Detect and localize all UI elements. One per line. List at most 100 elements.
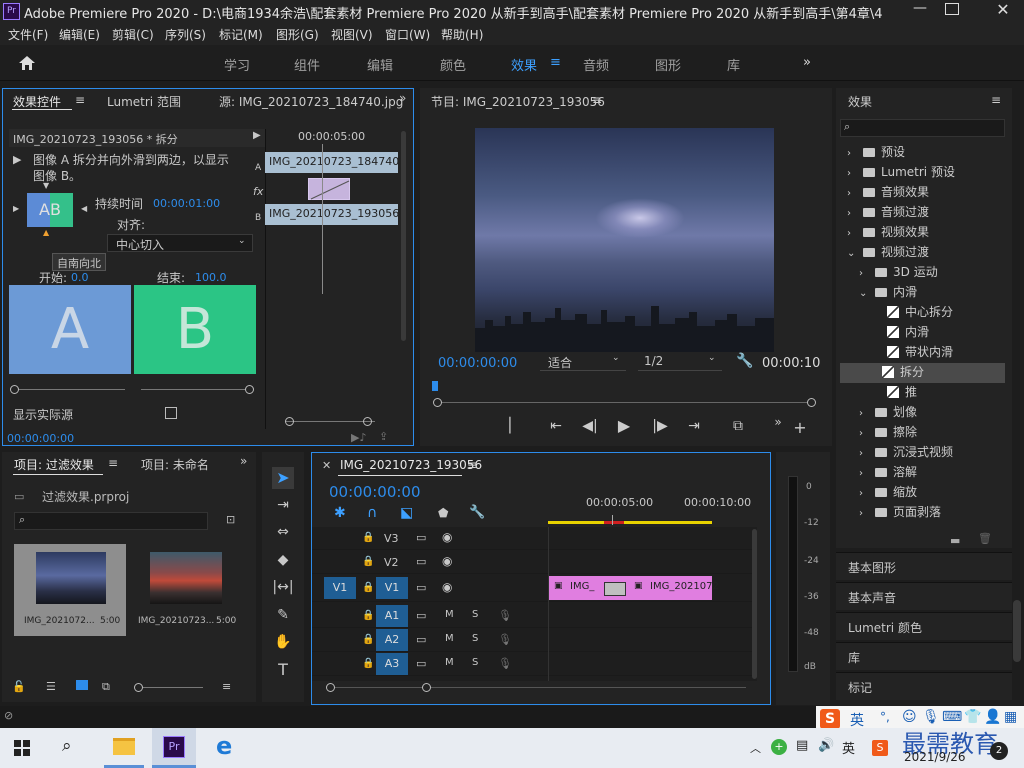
chevron-right-icon[interactable]: › [859,468,875,479]
zoom-slider-handle[interactable] [134,683,143,692]
duration-value[interactable]: 00:00:01:00 [153,197,220,210]
source-patch-v1[interactable]: V1 [324,577,356,599]
toggle-sync-icon[interactable]: ▭ [416,657,426,670]
panel-overflow-icon[interactable]: » [399,91,406,105]
sort-icon[interactable]: ≡ [222,680,231,693]
lock-icon[interactable]: 🔒 [362,582,374,593]
program-timecode[interactable]: 00:00:00:00 [438,356,517,371]
eye-icon[interactable]: ◉ [442,554,452,568]
lock-icon[interactable]: 🔒 [362,556,374,567]
end-slider[interactable] [141,389,249,390]
add-button-icon[interactable]: + [786,416,814,440]
menu-graphics[interactable]: 图形(G) [276,26,319,43]
transition-marker[interactable] [604,582,626,596]
section-lumetri-color[interactable]: Lumetri 颜色 [836,612,1012,640]
transition-thumbnail[interactable]: AB [27,193,73,227]
go-to-out-icon[interactable]: ⇥ [680,414,708,438]
menu-help[interactable]: 帮助(H) [441,26,483,43]
effects-tree-item[interactable]: › 视频效果 [845,223,1005,243]
ime-indicator[interactable]: 英 [842,738,855,757]
nest-icon[interactable]: ✱ [334,505,346,521]
microphone-icon[interactable]: 🎙 [498,657,512,670]
effects-tree-item[interactable]: 内滑 [845,323,1005,343]
chevron-right-icon[interactable]: › [847,148,863,159]
effects-tree-item[interactable]: 中心拆分 [845,303,1005,323]
skin-icon[interactable]: 👕 [964,709,981,725]
start-slider-handle[interactable] [10,385,19,394]
menu-window[interactable]: 窗口(W) [385,26,430,43]
program-zoom-left-handle[interactable] [433,398,442,407]
menu-file[interactable]: 文件(F) [8,26,48,43]
edge-east-icon[interactable]: ◀ [81,204,87,213]
resolution-dropdown[interactable]: 1/2 ⌄ [638,353,722,371]
timeline-title[interactable]: IMG_20210723_193056 [340,458,482,472]
ec-zoom-bar[interactable] [285,421,375,422]
section-libraries[interactable]: 库 [836,642,1012,670]
track-a1-label[interactable]: A1 [376,605,408,627]
effects-search-input[interactable]: ⌕ [840,119,1005,137]
menu-view[interactable]: 视图(V) [331,26,373,43]
delete-icon[interactable]: 🗑 [978,532,992,545]
grid-icon[interactable]: ▦ [1004,709,1017,725]
lock-icon[interactable]: 🔒 [362,532,374,543]
ripple-edit-tool-icon[interactable]: ⇔ [272,524,294,540]
workspace-color[interactable]: 颜色 [440,55,466,74]
type-tool-icon[interactable]: T [272,660,294,679]
tab-effect-controls[interactable]: 效果控件 [13,93,61,110]
eye-icon[interactable]: ◉ [442,580,452,594]
chevron-down-icon[interactable]: ⌄ [859,288,875,299]
timeline-menu-icon[interactable]: ≡ [467,458,477,472]
project-item-2[interactable]: IMG_20210723... 5:00 [132,544,244,636]
clip-b-bar[interactable]: IMG_20210723_193056.jp [265,204,398,225]
track-a3-label[interactable]: A3 [376,653,408,675]
menu-sequence[interactable]: 序列(S) [165,26,206,43]
lock-icon[interactable]: 🔓 [12,680,26,693]
effects-tree-item[interactable]: › Lumetri 预设 [845,163,1005,183]
export-frame-icon[interactable]: ⧉ [724,414,752,438]
chevron-up-icon[interactable]: ︿ [750,740,761,756]
tab-project-filter[interactable]: 项目: 过滤效果 [14,456,94,473]
timeline-zoom-left-handle[interactable] [326,683,335,692]
linked-select-icon[interactable]: ⬕ [400,505,413,521]
workspace-effects[interactable]: 效果 [511,55,537,74]
chevron-right-icon[interactable]: › [847,228,863,239]
mute-button[interactable]: M [445,657,454,668]
program-zoom-right-handle[interactable] [807,398,816,407]
effects-tree-item[interactable]: › 缩放 [845,483,1005,503]
tab-lumetri-scopes[interactable]: Lumetri 范围 [107,93,181,110]
menu-clip[interactable]: 剪辑(C) [112,26,154,43]
selection-tool-icon[interactable]: ➤ [272,467,294,489]
tray-app-icon[interactable]: + [771,739,787,755]
snap-icon[interactable]: ∩ [367,505,377,521]
add-marker-icon[interactable]: ⬟ [438,506,448,520]
effects-tree-item[interactable]: › 页面剥落 [845,503,1005,523]
chevron-right-icon[interactable]: › [859,508,875,519]
chevron-right-icon[interactable]: › [847,208,863,219]
lock-icon[interactable]: 🔒 [362,610,374,621]
chevron-right-icon[interactable]: › [859,488,875,499]
chevron-right-icon[interactable]: › [859,268,875,279]
home-icon[interactable] [18,55,36,71]
toggle-sync-icon[interactable]: ▭ [416,555,426,568]
track-select-tool-icon[interactable]: ⇥ [272,497,294,513]
play-transition-icon[interactable]: ▶ [253,130,261,141]
play-preview-icon[interactable]: ▶ [13,153,21,166]
microphone-icon[interactable]: 🎙 [922,709,940,725]
hand-tool-icon[interactable]: ✋ [272,634,294,650]
end-slider-handle[interactable] [245,385,254,394]
timeline-playhead[interactable] [612,515,613,525]
toggle-sync-icon[interactable]: ▭ [416,633,426,646]
effects-tree-item[interactable]: 推 [845,383,1005,403]
export-icon[interactable]: ⇪ [379,430,388,443]
timeline-zoom-right-handle[interactable] [422,683,431,692]
toggle-sync-icon[interactable]: ▭ [416,531,426,544]
wrench-icon[interactable]: 🔧 [736,353,753,369]
track-v1-label[interactable]: V1 [376,577,408,599]
keyboard-icon[interactable]: ⌨ [942,709,962,725]
ime-mode-label[interactable]: 英 [850,710,864,730]
section-essential-sound[interactable]: 基本声音 [836,582,1012,610]
more-workspaces-icon[interactable]: » [803,55,811,70]
punctuation-icon[interactable]: °, [880,710,890,724]
effects-tree-item[interactable]: › 溶解 [845,463,1005,483]
clip-v1[interactable]: ▣ IMG_ ▣ IMG_2021072 [548,576,719,600]
